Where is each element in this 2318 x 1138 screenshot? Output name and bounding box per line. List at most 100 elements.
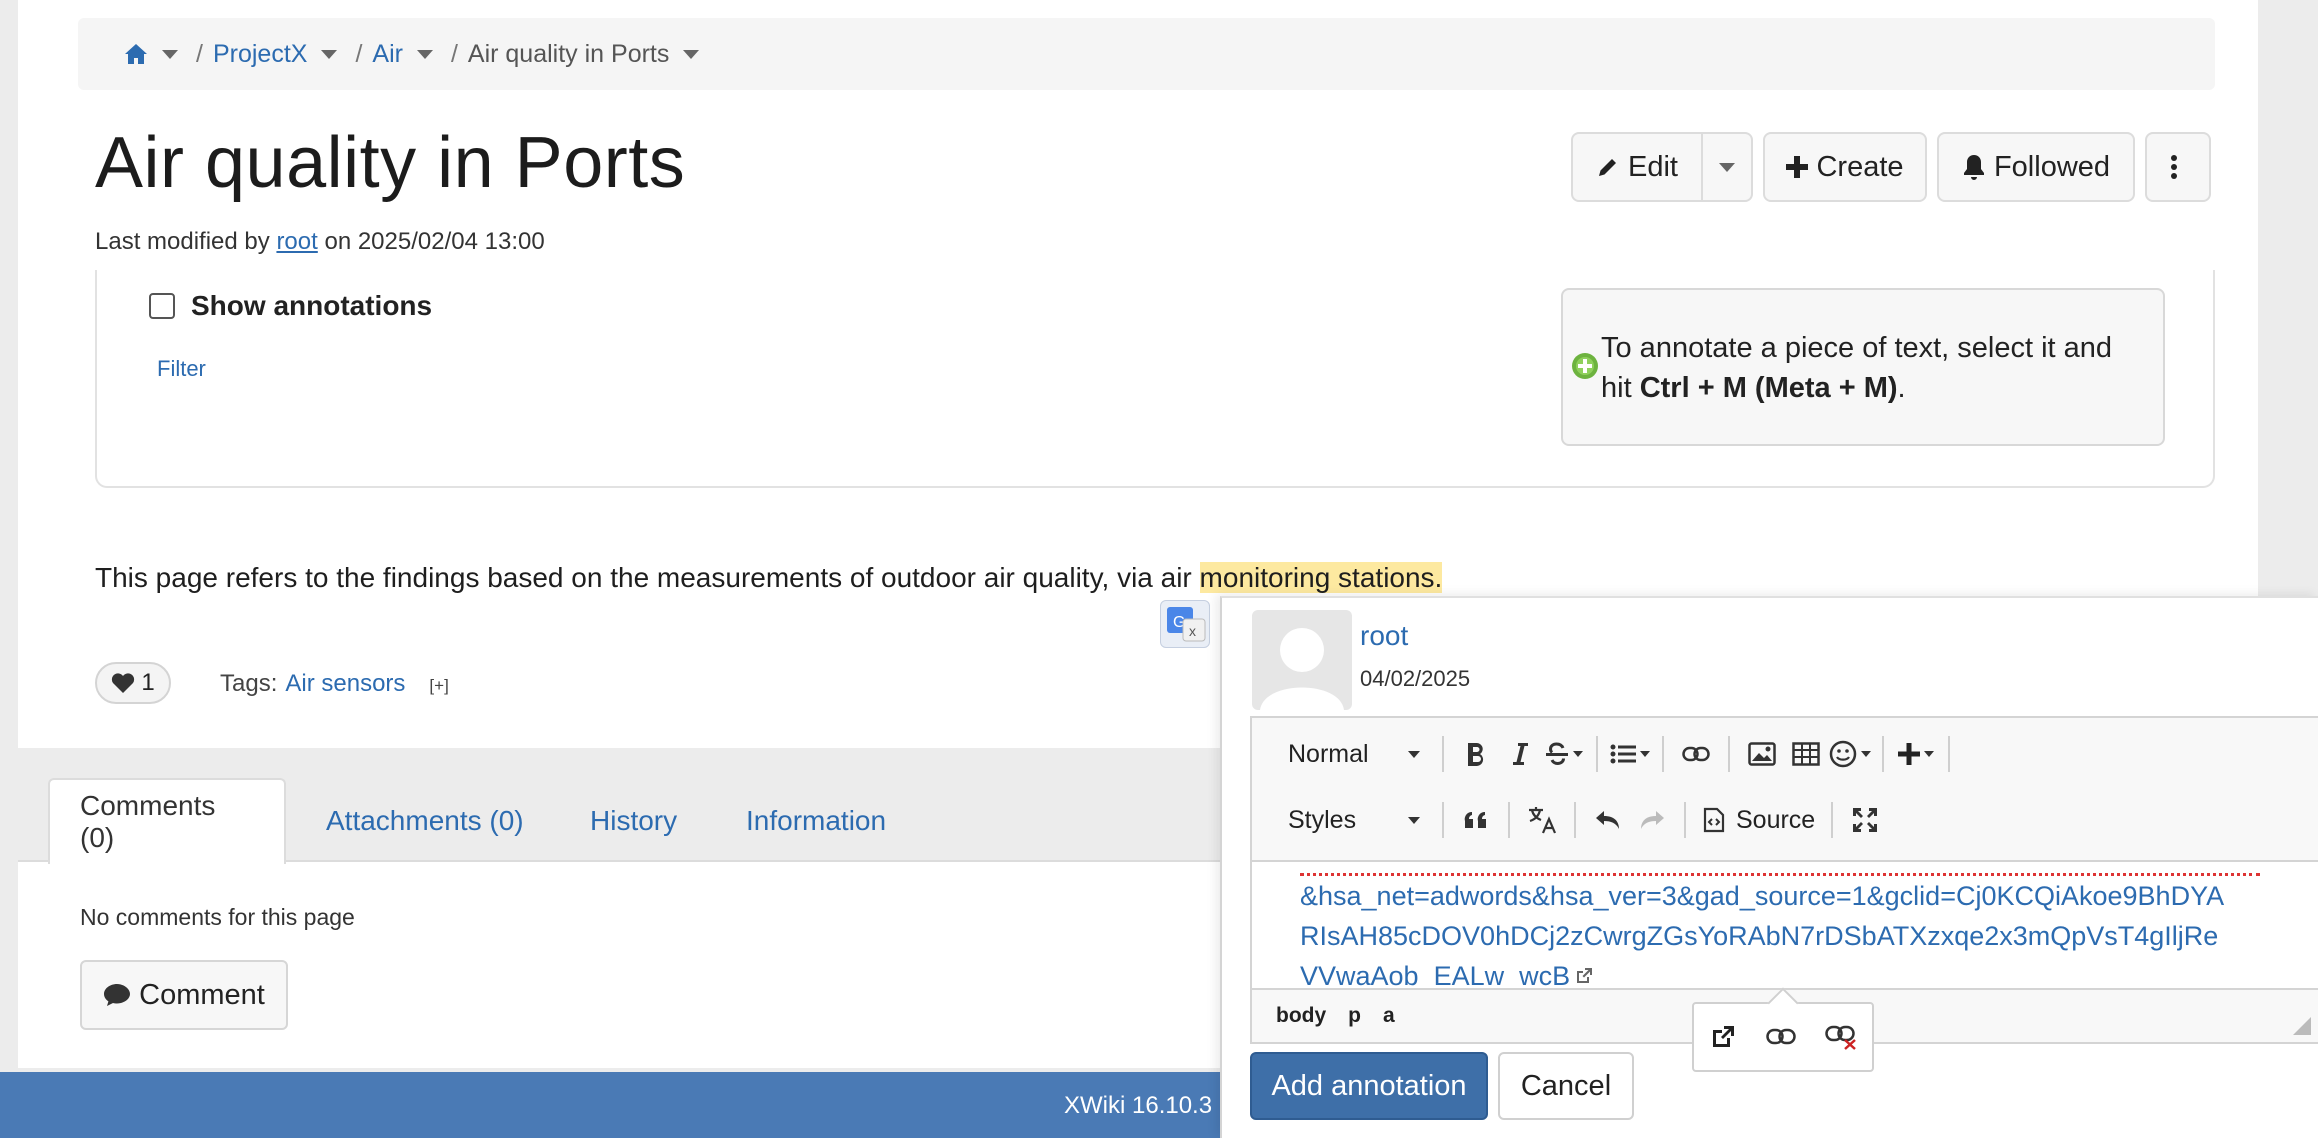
editor-content[interactable]: &hsa_net=adwords&hsa_ver=3&gad_source=1&…: [1252, 864, 2318, 992]
edit-link-icon[interactable]: [1766, 1028, 1796, 1046]
translate-button[interactable]: [1520, 798, 1564, 842]
quote-icon: [1464, 811, 1486, 828]
last-modified: Last modified by root on 2025/02/04 13:0…: [95, 228, 545, 255]
annotation-date: 04/02/2025: [1360, 666, 1471, 691]
strikethrough-button[interactable]: [1542, 732, 1586, 776]
toolbar-separator: [1882, 736, 1884, 772]
link-icon: [1682, 746, 1710, 762]
link-button[interactable]: [1674, 732, 1718, 776]
annotation-popup: root 04/02/2025 Normal Styles Source &hs…: [1220, 596, 2318, 1138]
undo-icon: [1596, 811, 1619, 829]
smiley-icon: [1829, 740, 1857, 768]
path-a[interactable]: a: [1383, 1004, 1395, 1028]
pencil-icon: [1599, 159, 1616, 176]
page-title: Air quality in Ports: [95, 123, 686, 203]
chevron-down-icon: [1719, 162, 1735, 172]
list-icon: [1610, 744, 1636, 764]
chevron-down-icon[interactable]: [321, 49, 338, 59]
styles-dropdown[interactable]: Styles: [1262, 806, 1432, 835]
show-annotations-checkbox[interactable]: [149, 293, 175, 319]
path-p[interactable]: p: [1348, 1004, 1361, 1028]
tab-history[interactable]: History: [590, 778, 677, 864]
plus-icon: [1898, 743, 1920, 765]
unlink-icon[interactable]: [1825, 1024, 1857, 1050]
path-body[interactable]: body: [1276, 1004, 1326, 1028]
toolbar-separator: [1508, 802, 1510, 838]
comment-button[interactable]: Comment: [80, 960, 288, 1030]
chevron-down-icon: [1408, 750, 1420, 758]
last-modified-user-link[interactable]: root: [276, 228, 317, 255]
bold-icon: [1468, 743, 1484, 766]
chevron-down-icon[interactable]: [683, 49, 700, 59]
more-vertical-icon: [2171, 155, 2177, 179]
table-button[interactable]: [1784, 732, 1828, 776]
no-comments-text: No comments for this page: [80, 904, 355, 930]
chevron-down-icon: [1861, 751, 1871, 757]
editor-link-line[interactable]: RIsAH85cDOV0hDCj2zCwrgZGsYoRAbN7rDSbATXz…: [1300, 916, 2290, 956]
breadcrumb-separator: /: [450, 39, 458, 68]
svg-text:x: x: [1189, 623, 1196, 639]
undo-button[interactable]: [1586, 798, 1630, 842]
tag-air-sensors[interactable]: Air sensors: [285, 670, 405, 697]
blockquote-button[interactable]: [1454, 798, 1498, 842]
chevron-down-icon: [1924, 751, 1934, 757]
breadcrumb-home[interactable]: [124, 43, 178, 65]
italic-button[interactable]: [1498, 732, 1542, 776]
avatar: [1252, 610, 1352, 710]
bell-icon: [1963, 155, 1984, 180]
redo-button[interactable]: [1630, 798, 1674, 842]
toolbar-separator: [1596, 736, 1598, 772]
chevron-down-icon: [1408, 816, 1420, 824]
add-annotation-button[interactable]: Add annotation: [1250, 1052, 1488, 1120]
tab-attachments[interactable]: Attachments (0): [326, 778, 524, 864]
cancel-button[interactable]: Cancel: [1498, 1052, 1634, 1120]
edit-dropdown-button[interactable]: [1703, 132, 1753, 202]
comment-icon: [104, 984, 131, 1006]
like-button[interactable]: 1: [95, 662, 171, 704]
annotation-help-box: To annotate a piece of text, select it a…: [1561, 288, 2165, 446]
followed-button[interactable]: Followed: [1937, 132, 2135, 202]
open-link-icon[interactable]: [1709, 1023, 1737, 1051]
source-icon: [1703, 807, 1725, 833]
show-annotations-toggle[interactable]: Show annotations: [149, 290, 432, 322]
breadcrumb-current: Air quality in Ports: [467, 39, 670, 68]
maximize-button[interactable]: [1843, 798, 1887, 842]
chevron-down-icon[interactable]: [162, 49, 178, 59]
spellcheck-marks: [1300, 864, 2260, 876]
external-link-icon: [1577, 968, 1593, 983]
image-button[interactable]: [1740, 732, 1784, 776]
emoji-button[interactable]: [1828, 732, 1872, 776]
link-balloon: [1692, 1002, 1874, 1072]
redo-icon: [1641, 811, 1664, 829]
tab-comments[interactable]: Comments (0): [48, 778, 286, 864]
page-actions: Edit Create Followed: [1571, 132, 2211, 202]
list-button[interactable]: [1608, 732, 1652, 776]
filter-link[interactable]: Filter: [157, 356, 206, 382]
maximize-icon: [1853, 808, 1878, 832]
toolbar-separator: [1442, 736, 1444, 772]
toolbar-separator: [1662, 736, 1664, 772]
google-translate-icon: Gx: [1167, 607, 1206, 642]
create-button[interactable]: Create: [1763, 132, 1927, 202]
translate-icon[interactable]: Gx: [1160, 600, 1210, 648]
editor-link-line[interactable]: &hsa_net=adwords&hsa_ver=3&gad_source=1&…: [1300, 876, 2290, 916]
annotation-author[interactable]: root: [1360, 620, 1408, 652]
tab-information[interactable]: Information: [746, 778, 886, 864]
add-tag-button[interactable]: [+]: [429, 676, 448, 695]
more-actions-button[interactable]: [2145, 132, 2211, 202]
home-icon[interactable]: [124, 43, 148, 65]
breadcrumb-separator: /: [355, 39, 363, 68]
chevron-down-icon[interactable]: [416, 49, 433, 59]
bold-button[interactable]: [1454, 732, 1498, 776]
table-icon: [1792, 742, 1820, 766]
insert-button[interactable]: [1894, 732, 1938, 776]
breadcrumb-item-air[interactable]: Air: [372, 40, 403, 69]
image-icon: [1748, 742, 1776, 766]
format-dropdown[interactable]: Normal: [1262, 740, 1432, 769]
breadcrumb-item-projectx[interactable]: ProjectX: [213, 40, 307, 69]
editor-link-line[interactable]: VVwaAob_EALw_wcB: [1300, 956, 1570, 992]
edit-button[interactable]: Edit: [1571, 132, 1703, 202]
resize-handle-icon[interactable]: [2292, 1016, 2312, 1036]
annotation-highlight[interactable]: monitoring stations.: [1199, 562, 1443, 593]
source-button[interactable]: Source: [1696, 798, 1821, 842]
